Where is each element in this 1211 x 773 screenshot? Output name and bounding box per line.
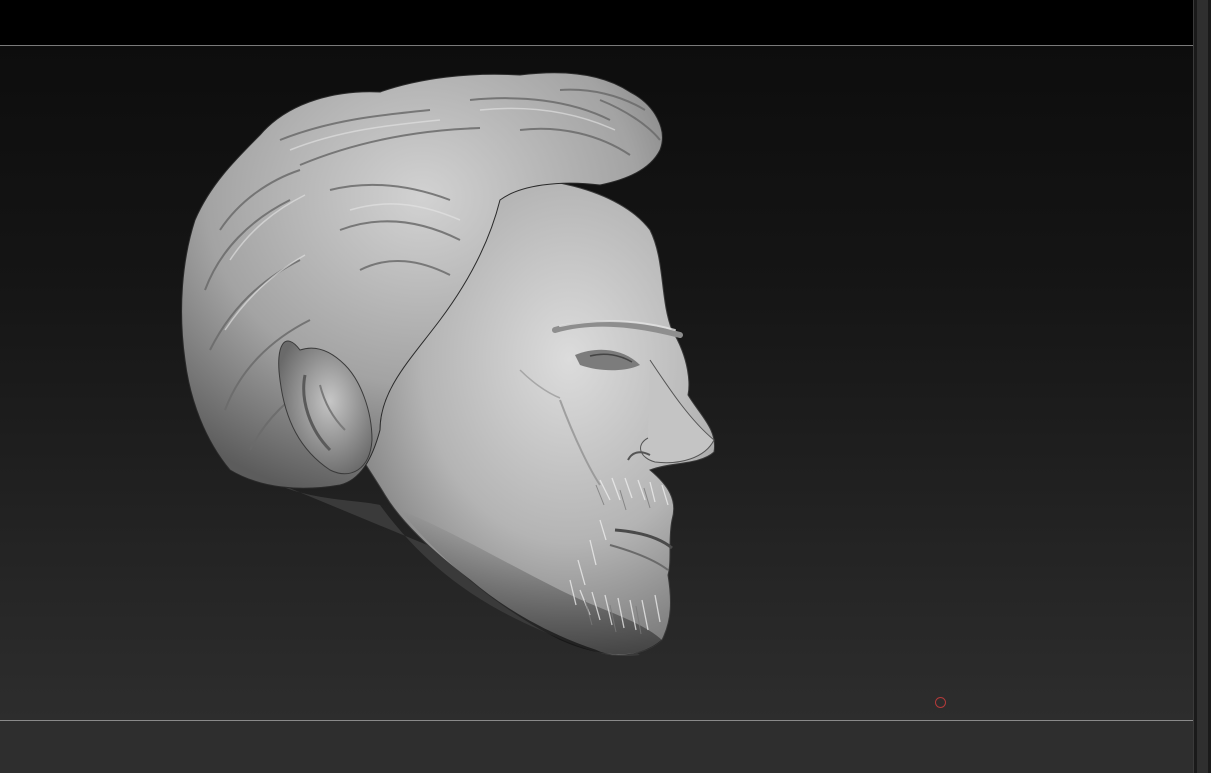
- scrollbar-thumb[interactable]: [1197, 0, 1208, 773]
- vertical-scrollbar[interactable]: [1193, 0, 1211, 773]
- 3d-viewport-canvas[interactable]: [0, 46, 1193, 720]
- sculpted-head-model[interactable]: [0, 46, 1193, 720]
- top-toolbar: [0, 0, 1193, 45]
- brush-cursor-circle-icon: [935, 697, 946, 708]
- bottom-toolbar: [0, 721, 1193, 773]
